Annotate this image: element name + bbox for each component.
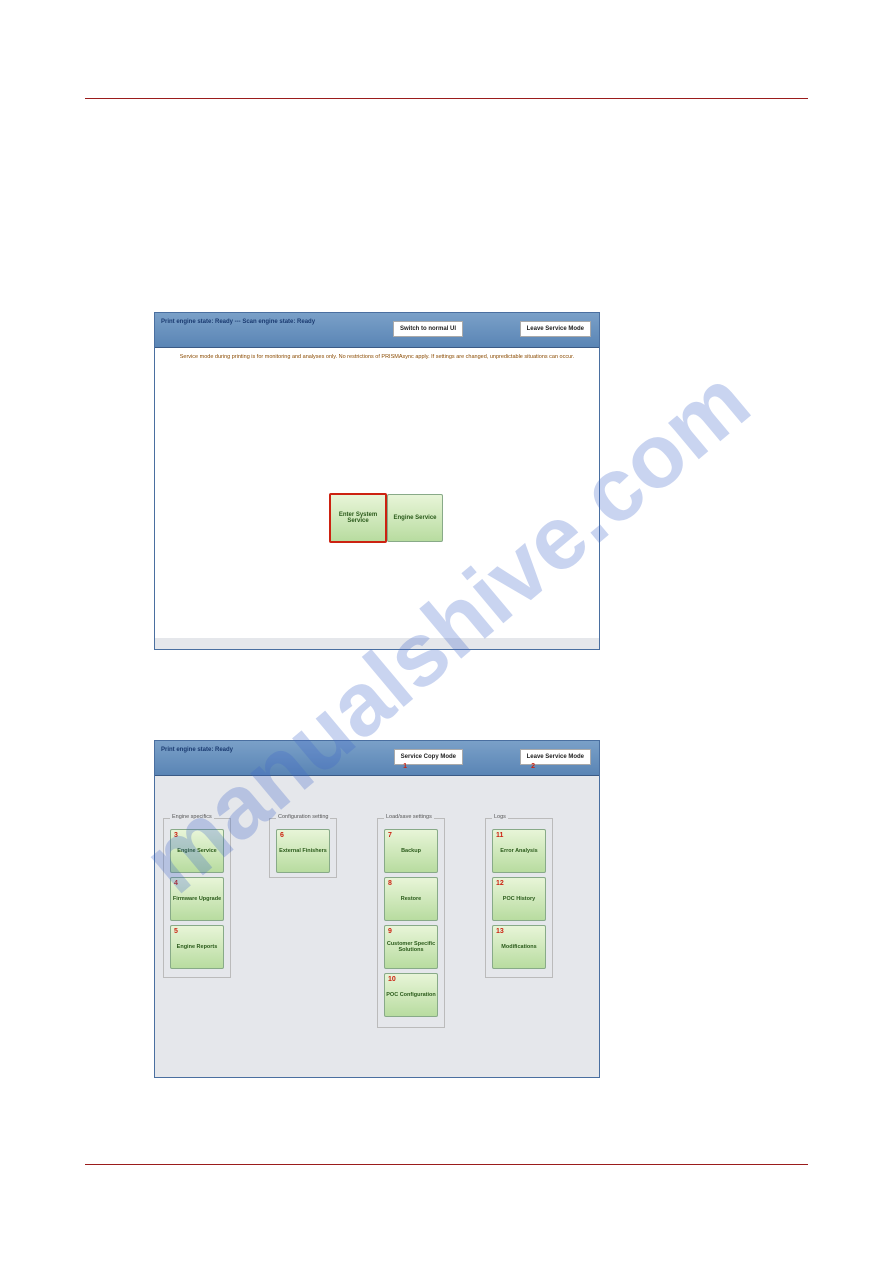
rule-top [85,98,808,99]
switch-ui-button[interactable]: Switch to normal UI [393,321,463,337]
warning-text: Service mode during printing is for moni… [155,348,599,360]
engine-service-button[interactable]: Engine Service [387,494,443,542]
backup-button[interactable]: 7Backup [384,829,438,873]
css-button[interactable]: 9Customer Specific Solutions [384,925,438,969]
group-label: Engine specifics [170,814,214,820]
error-analysis-button[interactable]: 11Error Analysis [492,829,546,873]
group-label: Logs [492,814,508,820]
group-load-save: Load/save settings 7Backup 8Restore 9Cus… [377,818,445,1028]
enter-system-service-button[interactable]: Enter System Service [329,493,387,543]
modifications-button[interactable]: 13Modifications [492,925,546,969]
page: manualshive.com Print engine state: Read… [0,0,893,1263]
group-config-setting: Configuration setting 6External Finisher… [269,818,337,878]
leave-service-button[interactable]: Leave Service Mode [520,321,591,337]
screenshot-2: Print engine state: Ready Service Copy M… [154,740,600,1078]
group-logs: Logs 11Error Analysis 12POC History 13Mo… [485,818,553,978]
titlebar: Print engine state: Ready --- Scan engin… [155,313,599,348]
body: Service mode during printing is for moni… [155,348,599,638]
titlebar: Print engine state: Ready Service Copy M… [155,741,599,776]
engine-reports-button[interactable]: 5Engine Reports [170,925,224,969]
poc-config-button[interactable]: 10POC Configuration [384,973,438,1017]
group-label: Configuration setting [276,814,330,820]
external-finishers-button[interactable]: 6External Finishers [276,829,330,873]
restore-button[interactable]: 8Restore [384,877,438,921]
group-label: Load/save settings [384,814,434,820]
callout-1: 1 [403,763,407,770]
engine-status: Print engine state: Ready --- Scan engin… [161,319,315,325]
engine-status: Print engine state: Ready [161,747,233,753]
poc-history-button[interactable]: 12POC History [492,877,546,921]
callout-2: 2 [531,763,535,770]
body: Engine specifics 3Engine Service 4Firmwa… [155,776,599,1076]
engine-service-button[interactable]: 3Engine Service [170,829,224,873]
rule-bottom [85,1164,808,1165]
firmware-upgrade-button[interactable]: 4Firmware Upgrade [170,877,224,921]
screenshot-1: Print engine state: Ready --- Scan engin… [154,312,600,650]
group-engine-specifics: Engine specifics 3Engine Service 4Firmwa… [163,818,231,978]
